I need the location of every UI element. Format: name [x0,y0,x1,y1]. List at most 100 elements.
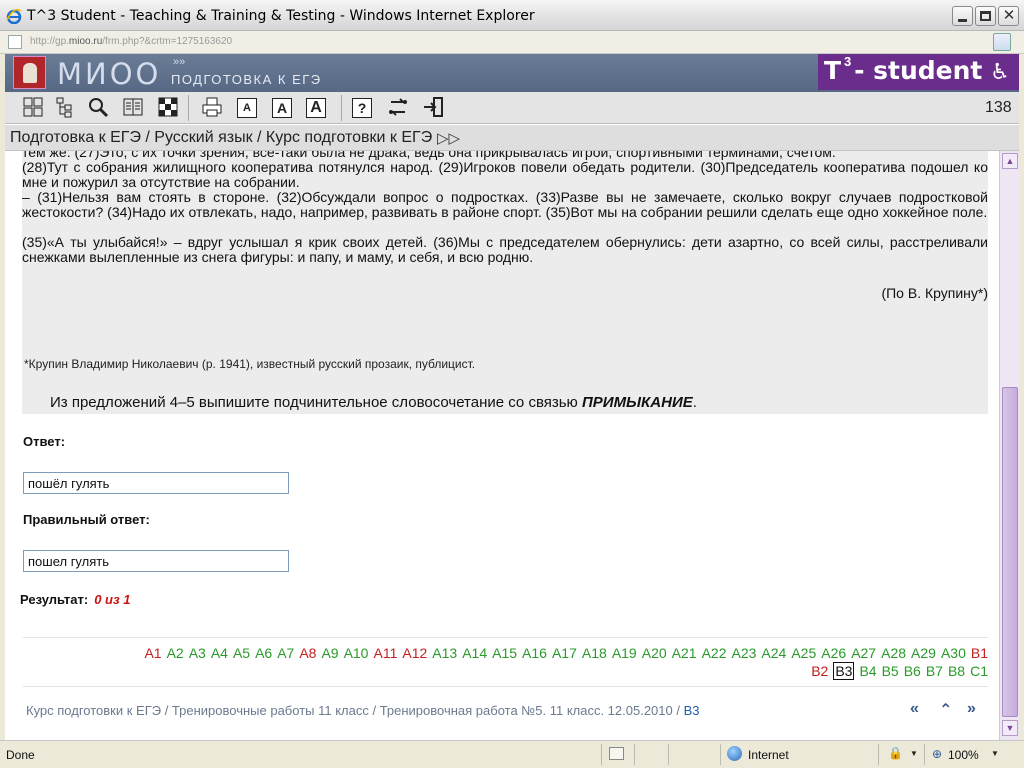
content-area: тем же. (27)Это, с их точки зрения, все-… [5,151,999,740]
zoom-icon: ⊕ [932,747,943,761]
vertical-scrollbar[interactable]: ▲ ▼ [999,151,1019,740]
address-bar[interactable]: http://gp.mioo.ru/frm.php?&crtm=12751636… [0,31,1024,54]
moscow-emblem-icon [13,56,46,89]
grid-icon[interactable] [21,96,45,120]
task-link[interactable]: B6 [904,663,921,679]
page-counter: 138 [985,99,1012,116]
protected-mode-icon[interactable]: 🔒 [888,746,903,760]
page-viewport: МИОО »» ПОДГОТОВКА К ЕГЭ T- student 3 ♿ [5,54,1019,740]
reading-text-block: тем же. (27)Это, с их точки зрения, все-… [22,151,988,414]
chevron-down-icon[interactable]: ▼ [910,749,918,758]
breadcrumb-text[interactable]: Подготовка к ЕГЭ / Русский язык / Курс п… [10,129,432,147]
task-link[interactable]: A16 [522,645,547,661]
task-link[interactable]: B8 [948,663,965,679]
text-paragraph: (35)«А ты улыбайся!» – вдруг услышал я к… [22,234,988,265]
chevron-down-icon[interactable]: ▼ [991,749,999,758]
task-link[interactable]: B7 [926,663,943,679]
task-link[interactable]: A19 [612,645,637,661]
task-link[interactable]: A4 [211,645,228,661]
question-keyword: ПРИМЫКАНИЕ [581,394,693,411]
text-paragraph: – (31)Нельзя вам стоять в стороне. (32)О… [22,189,988,220]
task-link[interactable]: A23 [732,645,757,661]
task-link[interactable]: B5 [882,663,899,679]
scroll-thumb[interactable] [1002,387,1018,717]
font-small-button[interactable]: A [237,98,257,118]
task-navigation: A1 A2 A3 A4 A5 A6 A7 A8 A9 A10 A11 A12 A13 A14 A15 A16 A… [23,639,988,683]
logo-chevrons: »» [173,56,186,68]
answer-label: Ответ: [23,434,66,449]
next-page-button[interactable]: » [967,700,976,718]
task-link[interactable]: A22 [702,645,727,661]
task-link[interactable]: A26 [821,645,846,661]
zoom-level[interactable]: 100% [948,748,979,762]
print-icon[interactable] [200,96,224,120]
status-divider [601,744,602,765]
font-medium-button[interactable]: A [272,98,292,118]
font-large-button[interactable]: A [306,98,326,118]
task-link-current[interactable]: B3 [833,662,855,680]
task-link[interactable]: C1 [970,663,988,679]
task-link[interactable]: A25 [791,645,816,661]
task-link[interactable]: A18 [582,645,607,661]
tree-icon[interactable] [54,96,78,120]
site-banner: МИОО »» ПОДГОТОВКА К ЕГЭ T- student 3 ♿ [5,54,1019,92]
compat-view-icon[interactable] [993,33,1011,51]
help-button[interactable]: ? [352,98,372,118]
task-link[interactable]: A6 [255,645,272,661]
first-page-button[interactable]: « [910,700,919,718]
task-link[interactable]: A2 [167,645,184,661]
maximize-button[interactable] [975,6,996,26]
exit-icon[interactable] [421,96,445,120]
answer-field[interactable]: пошёл гулять [23,472,289,494]
task-link[interactable]: A13 [432,645,457,661]
task-link[interactable]: A28 [881,645,906,661]
task-link[interactable]: B2 [811,663,828,679]
task-link[interactable]: A29 [911,645,936,661]
minimize-button[interactable] [952,6,973,26]
task-link[interactable]: A9 [321,645,338,661]
security-zone: Internet [748,748,789,762]
minimize-icon [958,19,967,22]
author-attribution: (По В. Крупину*) [881,285,988,301]
task-link[interactable]: A7 [277,645,294,661]
task-link[interactable]: A17 [552,645,577,661]
task-link[interactable]: A8 [299,645,316,661]
task-link[interactable]: A21 [672,645,697,661]
book-icon[interactable] [121,96,145,120]
globe-icon [727,746,742,761]
status-divider [668,744,669,765]
scroll-up-icon[interactable]: ▲ [1002,153,1018,169]
maximize-icon [980,11,991,21]
task-link[interactable]: A10 [344,645,369,661]
task-link[interactable]: A1 [144,645,161,661]
breadcrumb: Подготовка к ЕГЭ / Русский язык / Курс п… [5,125,1019,151]
address-url[interactable]: http://gp.mioo.ru/frm.php?&crtm=12751636… [30,36,232,47]
task-link[interactable]: B1 [971,645,988,661]
task-link[interactable]: B4 [859,663,876,679]
site-subtitle: ПОДГОТОВКА К ЕГЭ [171,72,322,87]
site-logo-text: МИОО [57,57,162,91]
task-link[interactable]: A14 [462,645,487,661]
scroll-down-icon[interactable]: ▼ [1002,720,1018,736]
t3-brand-sup: 3 [844,54,852,69]
magnifier-icon[interactable] [86,96,110,120]
task-link[interactable]: A11 [373,645,397,661]
task-link[interactable]: A30 [941,645,966,661]
task-nav-row: B2 B3 B4 B5 B6 B7 B8 C1 [806,662,988,680]
t3-student-logo: T- student 3 ♿ [818,54,1019,90]
footer-current-task: B3 [683,703,700,718]
forward-icon[interactable]: ▷▷ [437,129,460,147]
task-link[interactable]: A24 [761,645,786,661]
task-link[interactable]: A12 [402,645,427,661]
up-button[interactable]: ⌃ [939,700,952,720]
toolbar-separator [188,95,189,121]
close-button[interactable]: ✕ [998,6,1019,26]
task-link[interactable]: A27 [851,645,876,661]
task-link[interactable]: A5 [233,645,250,661]
task-link[interactable]: A20 [642,645,667,661]
swap-icon[interactable] [386,96,410,120]
task-link[interactable]: A3 [189,645,206,661]
task-link[interactable]: A15 [492,645,517,661]
checker-icon[interactable] [156,96,180,120]
page-icon [8,35,22,49]
